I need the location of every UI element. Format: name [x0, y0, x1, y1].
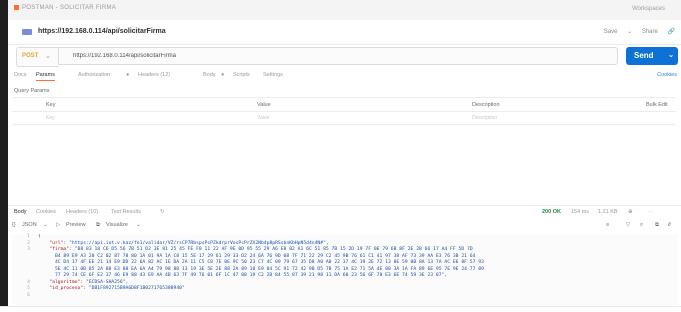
response-size: 1.21 KB [598, 209, 618, 215]
description-input[interactable]: Description [472, 115, 497, 121]
column-value: Value [257, 102, 271, 108]
send-label: Send [634, 51, 654, 60]
method-label: POST [22, 53, 39, 59]
json-key: "firma" [49, 247, 70, 252]
response-tab-test-results[interactable]: Test Results [111, 209, 141, 215]
request-tab-title[interactable]: https://192.168.0.114/api/solicitarFirma [38, 28, 166, 35]
key-input[interactable]: Key [46, 115, 55, 121]
response-header: Body Cookies Headers (10) Test Results ↻… [8, 205, 681, 219]
tab-headers[interactable]: Headers (12) [138, 72, 170, 78]
response-tab-headers[interactable]: Headers (10) [66, 209, 98, 215]
table-row: Key Value Description [12, 111, 676, 125]
filter-icon[interactable]: ▽ [626, 222, 630, 228]
json-key: "id_proceso" [49, 286, 84, 291]
json-string: B4 89 E9 A3 20 C2 02 87 78 80 1A 01 9A 1… [54, 253, 476, 259]
format-select[interactable]: JSON [22, 222, 37, 228]
history-icon[interactable]: ↻ [160, 209, 165, 215]
tab-params[interactable]: Params [36, 72, 55, 81]
json-key: "url" [49, 240, 64, 246]
share-button[interactable]: Share [642, 29, 658, 35]
cookies-link[interactable]: Cookies [657, 72, 677, 78]
tab-scripts[interactable]: Scripts [233, 72, 250, 78]
chevron-down-icon: ⌄ [136, 222, 141, 228]
line-number: 6 [27, 292, 30, 298]
visualize-icon: ⧉ [96, 222, 100, 228]
chevron-down-icon: ⌄ [43, 222, 48, 228]
tab-body[interactable]: Body [203, 72, 216, 78]
json-string: 5E 4C 11 0B 85 2A 88 E3 88 EA 6A A4 79 9… [54, 266, 484, 272]
send-button[interactable]: Send ⌄ [626, 47, 678, 65]
visualize-button[interactable]: Visualize [106, 222, 128, 228]
query-params-table: Key Value Description Bulk Edit Key Valu… [12, 97, 676, 126]
json-string: "ECDSA-SHA256" [86, 279, 126, 285]
json-line-id-proceso: "id_proceso": "DB1F892715B9A6D8F1B027176… [49, 286, 185, 291]
window-bottom-edge [0, 306, 681, 312]
link-icon[interactable]: 🔗 [668, 29, 675, 35]
status-badge: 200 OK [542, 209, 561, 215]
method-select[interactable]: POST ⌄ [16, 47, 59, 67]
window-title-text: POSTMAN - SOLICITAR FIRMA [22, 5, 117, 12]
chevron-down-icon[interactable]: ⌄ [668, 51, 674, 59]
body-dot-icon: ● [221, 72, 225, 78]
response-toolbar: {} JSON ⌄ ▷ Preview ⧉ Visualize ⌄ ≡ ▽ ⌕ … [8, 218, 681, 232]
save-button[interactable]: Save [604, 29, 618, 35]
window-title: POSTMAN - SOLICITAR FIRMA [14, 5, 116, 11]
http-method-icon [22, 29, 32, 35]
url-input[interactable] [58, 47, 618, 65]
column-key: Key [46, 102, 56, 108]
chevron-down-icon: ⌄ [45, 53, 51, 60]
tab-authorization[interactable]: Authorization [78, 72, 110, 78]
response-tab-cookies[interactable]: Cookies [36, 209, 56, 215]
response-time: 154 ms [571, 209, 590, 215]
preview-icon: ▷ [56, 222, 61, 228]
value-input[interactable]: Value [257, 115, 269, 121]
json-key: "algoritmo" [49, 279, 81, 285]
json-string: "DB1F892715B9A6D8F1B0271765388940" [88, 286, 185, 291]
save-chevron-icon[interactable]: ⌄ [627, 29, 632, 35]
braces-icon: {} [12, 222, 16, 228]
globe-icon[interactable]: ⊕ [628, 209, 633, 215]
workspaces-menu[interactable]: Workspaces [632, 6, 665, 12]
json-string: "88 83 18 C6 D5 56 7B 51 D2 3E 81 25 45 … [74, 247, 473, 252]
window-frame-left [0, 0, 8, 311]
bulk-edit-button[interactable]: Bulk Edit [646, 102, 668, 108]
query-params-title: Query Params [14, 88, 50, 94]
column-description: Description [472, 102, 500, 108]
line-numbers: 1 2 3 4 5 6 [12, 234, 30, 299]
window-titlebar: POSTMAN - SOLICITAR FIRMA Workspaces [8, 0, 681, 21]
link-icon[interactable]: ∂ [668, 222, 671, 228]
copy-icon[interactable]: ⧉ [655, 222, 659, 229]
tab-settings[interactable]: Settings [263, 72, 283, 78]
request-tab-row: https://192.168.0.114/api/solicitarFirma… [8, 20, 681, 45]
table-header: Key Value Description Bulk Edit [12, 98, 676, 112]
json-string: 77 29 74 CE 6F E2 37 46 E9 88 43 E9 AA 4… [54, 273, 448, 278]
response-body-editor[interactable]: 1 2 3 4 5 6 { "url": "https://api.iot.v.… [12, 234, 678, 305]
search-icon[interactable]: ⌕ [640, 222, 643, 229]
preview-button[interactable]: Preview [66, 222, 86, 228]
more-icon[interactable]: ··· [648, 209, 654, 215]
json-string: 4C D4 17 4F EE 21 14 E9 DD 22 6A 82 AC 1… [54, 260, 484, 265]
wrap-icon[interactable]: ≡ [606, 222, 609, 228]
json-lines: { "url": "https://api.iot.v.kaz/fe1/vali… [38, 234, 668, 293]
json-url-link[interactable]: "https://api.iot.v.kaz/fe1/validar/VZ/rs… [69, 241, 326, 246]
request-bar: POST ⌄ Send ⌄ [8, 44, 681, 68]
auth-dot-icon: ● [126, 72, 130, 78]
response-tab-body[interactable]: Body [14, 209, 27, 215]
tab-actions: Save ⌄ Share 🔗 [596, 28, 675, 35]
postman-logo-icon [14, 5, 19, 10]
tab-docs[interactable]: Docs [14, 72, 27, 78]
request-tabs: Docs Params Authorization ● Headers (12)… [8, 68, 681, 82]
